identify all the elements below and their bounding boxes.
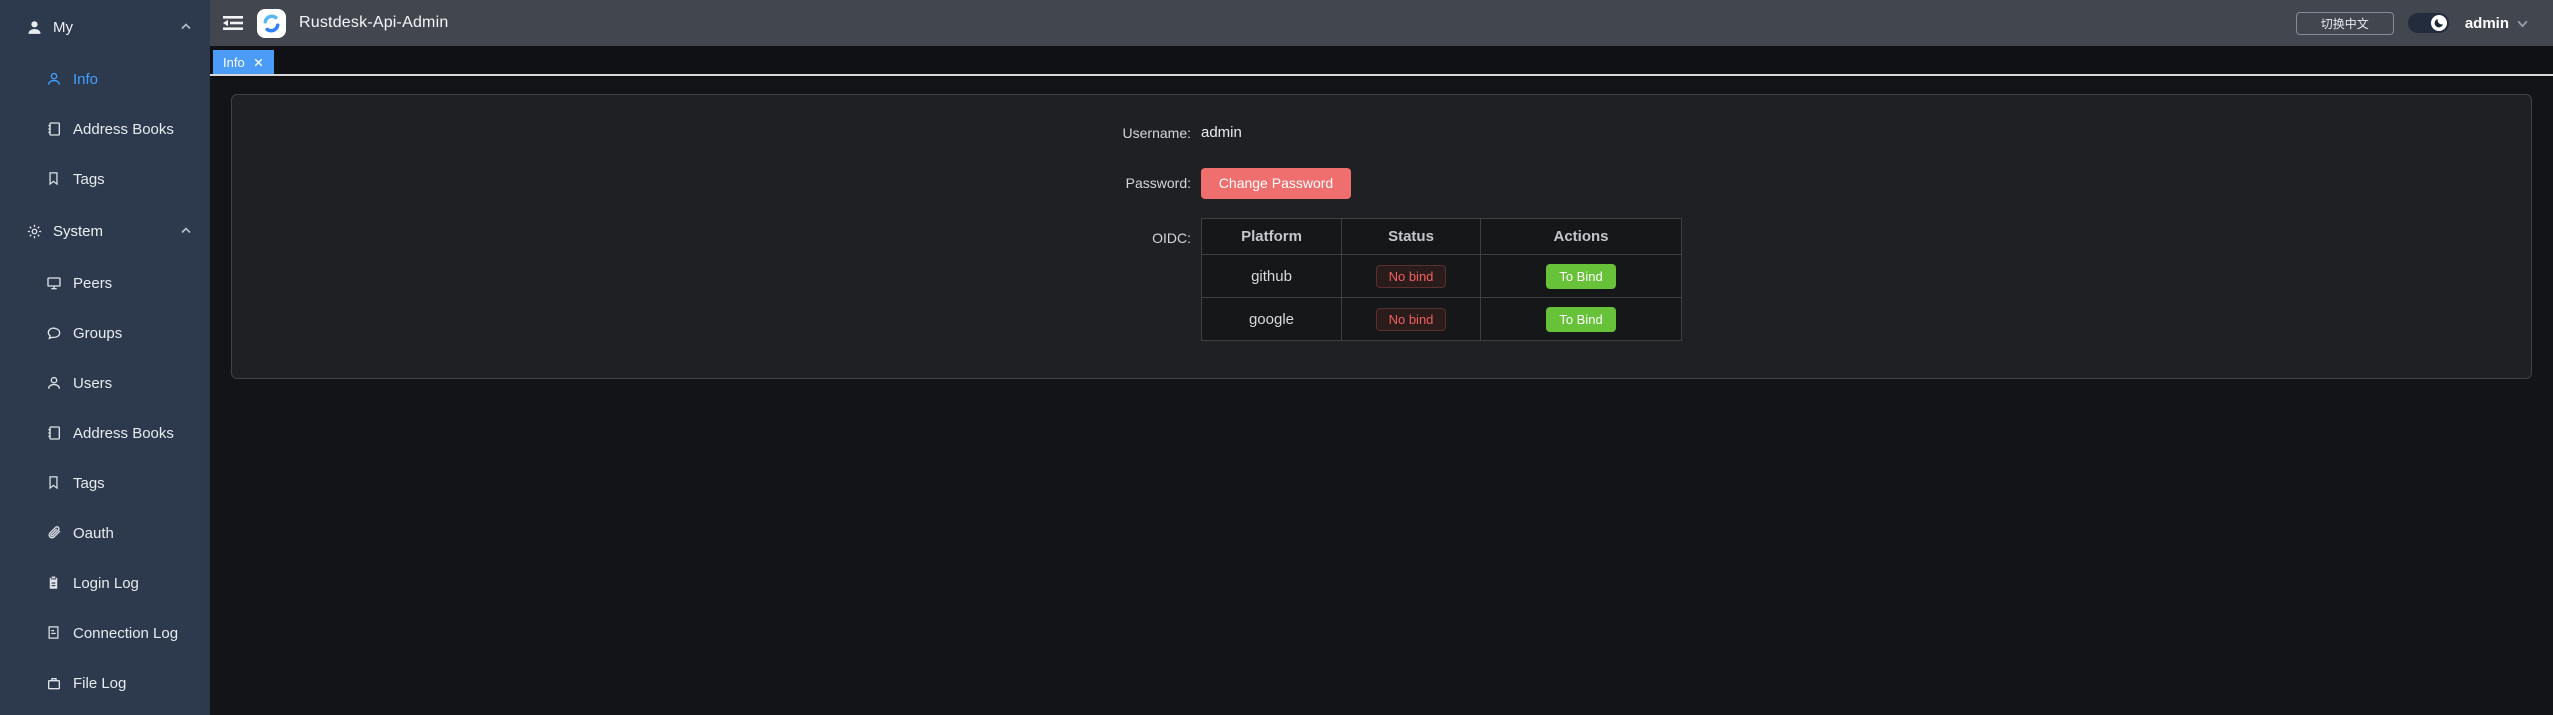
sidebar-section-system[interactable]: System <box>0 204 210 258</box>
password-row: Password: Change Password <box>232 165 2531 201</box>
monitor-icon <box>46 275 62 291</box>
sidebar-item-login-log[interactable]: Login Log <box>0 558 210 608</box>
sidebar-item-label: Users <box>73 375 112 392</box>
user-dropdown[interactable]: admin <box>2465 15 2529 32</box>
actions-cell: To Bind <box>1481 298 1682 341</box>
platform-cell: github <box>1202 255 1342 298</box>
username-row: Username: admin <box>232 115 2531 151</box>
sidebar: My Info Address Books Tags System Peers Groups… <box>0 0 210 715</box>
sidebar-item-groups[interactable]: Groups <box>0 308 210 358</box>
archive-icon <box>46 675 62 691</box>
user-filled-icon <box>26 19 43 36</box>
username-label: Username: <box>232 115 1201 151</box>
language-switch-button[interactable]: 切换中文 <box>2296 12 2394 35</box>
moon-icon <box>2431 15 2447 31</box>
theme-toggle[interactable] <box>2408 13 2449 33</box>
status-badge: No bind <box>1376 265 1447 288</box>
status-cell: No bind <box>1342 255 1481 298</box>
sidebar-item-tags[interactable]: Tags <box>0 154 210 204</box>
sidebar-section-my[interactable]: My <box>0 0 210 54</box>
info-panel: Username: admin Password: Change Passwor… <box>231 94 2532 379</box>
app-root: My Info Address Books Tags System Peers Groups… <box>0 0 2553 715</box>
chevron-down-icon <box>2516 17 2529 30</box>
password-label: Password: <box>232 175 1201 191</box>
sidebar-item-label: Tags <box>73 171 105 188</box>
sidebar-item-label: Peers <box>73 275 112 292</box>
tab-info[interactable]: Info <box>213 50 274 74</box>
oidc-label: OIDC: <box>232 218 1201 258</box>
bookmark-icon <box>46 475 62 491</box>
sidebar-item-address-books[interactable]: Address Books <box>0 104 210 154</box>
clipboard-icon <box>46 575 62 591</box>
document-icon <box>46 625 62 641</box>
main-content: Username: admin Password: Change Passwor… <box>210 78 2553 715</box>
to-bind-button-google[interactable]: To Bind <box>1546 307 1615 332</box>
sidebar-item-label: File Log <box>73 675 126 692</box>
oidc-table: Platform Status Actions github No bind To … <box>1201 218 1682 341</box>
sidebar-item-peers[interactable]: Peers <box>0 258 210 308</box>
sidebar-item-label: Login Log <box>73 575 139 592</box>
sidebar-item-connection-log[interactable]: Connection Log <box>0 608 210 658</box>
sidebar-item-tags[interactable]: Tags <box>0 458 210 508</box>
sidebar-item-address-books[interactable]: Address Books <box>0 408 210 458</box>
oidc-row-github: github No bind To Bind <box>1202 255 1682 298</box>
change-password-button[interactable]: Change Password <box>1201 168 1351 199</box>
sidebar-item-label: Groups <box>73 325 122 342</box>
sidebar-collapse-icon[interactable] <box>223 15 243 31</box>
gear-icon <box>26 223 43 240</box>
sidebar-item-label: Connection Log <box>73 625 178 642</box>
sidebar-item-info[interactable]: Info <box>0 54 210 104</box>
oidc-col-platform: Platform <box>1202 219 1342 255</box>
user-icon <box>46 71 62 87</box>
platform-cell: google <box>1202 298 1342 341</box>
sidebar-item-label: Tags <box>73 475 105 492</box>
oidc-row: OIDC: Platform Status Actions github No b… <box>232 218 2531 341</box>
oidc-row-google: google No bind To Bind <box>1202 298 1682 341</box>
oidc-col-status: Status <box>1342 219 1481 255</box>
user-info-form: Username: admin Password: Change Passwor… <box>232 95 2531 341</box>
actions-cell: To Bind <box>1481 255 1682 298</box>
address-book-icon <box>46 121 62 137</box>
sidebar-item-label: Address Books <box>73 425 174 442</box>
chevron-up-icon <box>180 21 192 33</box>
close-icon[interactable] <box>253 57 264 68</box>
sidebar-item-label: Address Books <box>73 121 174 138</box>
chevron-up-icon <box>180 225 192 237</box>
username-value: admin <box>1201 115 1242 151</box>
sidebar-section-label: My <box>53 19 180 36</box>
paperclip-icon <box>46 525 62 541</box>
tab-label: Info <box>223 55 245 70</box>
to-bind-button-github[interactable]: To Bind <box>1546 264 1615 289</box>
chat-icon <box>46 325 62 341</box>
app-title: Rustdesk-Api-Admin <box>299 14 448 32</box>
bookmark-icon <box>46 171 62 187</box>
sidebar-section-label: System <box>53 223 180 240</box>
sidebar-item-users[interactable]: Users <box>0 358 210 408</box>
sidebar-item-label: Info <box>73 71 98 88</box>
rustdesk-logo <box>257 9 286 38</box>
user-icon <box>46 375 62 391</box>
oidc-col-actions: Actions <box>1481 219 1682 255</box>
sidebar-item-file-log[interactable]: File Log <box>0 658 210 708</box>
tab-bar: Info <box>210 46 2553 76</box>
top-header: Rustdesk-Api-Admin 切换中文 admin <box>210 0 2553 46</box>
sidebar-item-label: Oauth <box>73 525 114 542</box>
status-badge: No bind <box>1376 308 1447 331</box>
user-name: admin <box>2465 15 2509 32</box>
status-cell: No bind <box>1342 298 1481 341</box>
sidebar-item-oauth[interactable]: Oauth <box>0 508 210 558</box>
address-book-icon <box>46 425 62 441</box>
